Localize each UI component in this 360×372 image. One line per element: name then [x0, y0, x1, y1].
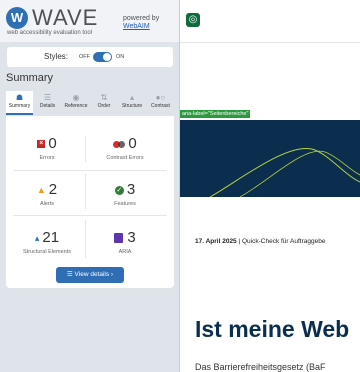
structure-icon: ▴ [129, 93, 134, 102]
alerts-count: 2 [48, 181, 58, 198]
article-meta: 17. April 2025 | Quick-Check für Auftrag… [195, 238, 325, 245]
errors-count: 0 [48, 135, 57, 152]
contrast-icon: ●○ [155, 93, 166, 102]
summary-panel: × 0 Errors 0 Contrast Errors ▲ 2 Alerts ✓ 3… [6, 116, 174, 288]
globe-icon[interactable]: ◎ [186, 13, 200, 27]
contrast-error-icon [113, 140, 126, 148]
tab-order-label: Order [97, 103, 111, 109]
structure-icon: ▴ [34, 233, 40, 243]
hero-banner [180, 120, 360, 197]
wave-logo-text: WAVE [32, 5, 99, 30]
structural-count: 21 [42, 229, 60, 246]
tab-structure[interactable]: ▴ Structure [117, 91, 147, 115]
powered-by-label: powered by [123, 15, 160, 22]
aria-count: 3 [127, 229, 136, 246]
divider [13, 170, 167, 171]
info-icon: ◉ [72, 93, 80, 102]
feature-check-icon: ✓ [114, 185, 124, 195]
alert-icon: ▲ [36, 185, 46, 195]
tab-structure-label: Structure [121, 103, 143, 109]
alerts-label: Alerts [39, 201, 55, 207]
alerts-stat[interactable]: ▲ 2 Alerts [8, 181, 86, 207]
styles-toggle-row: Styles: OFF ON [7, 47, 173, 67]
tab-contrast-label: Contrast [151, 103, 170, 109]
wave-logo-icon: W [6, 7, 28, 29]
webaim-link[interactable]: WebAIM [123, 23, 150, 30]
order-icon: ⇅ [100, 93, 108, 102]
wave-header: W WAVE web accessibility evaluation tool… [0, 0, 179, 42]
styles-on-label: ON [116, 53, 125, 60]
view-details-button[interactable]: ☰ View details › [56, 267, 124, 283]
aria-label-tag[interactable]: aria-label="Seitenbereiche" [180, 110, 251, 118]
tab-order[interactable]: ⇅ Order [92, 91, 116, 115]
error-icon: × [37, 140, 46, 148]
divider [180, 42, 360, 43]
styles-toggle[interactable] [93, 52, 112, 62]
contrast-errors-count: 0 [128, 135, 137, 152]
article-body: Das Barrierefreiheitsgesetz (BaF [195, 362, 326, 372]
tab-summary-label: Summary [8, 103, 31, 109]
contrast-errors-stat[interactable]: 0 Contrast Errors [86, 135, 164, 161]
tab-summary[interactable]: ☗ Summary [6, 91, 33, 115]
home-icon: ☗ [15, 93, 24, 102]
styles-off-label: OFF [79, 53, 90, 60]
view-details-label: View details › [74, 271, 114, 278]
features-count: 3 [126, 181, 136, 198]
structural-label: Structural Elements [23, 249, 71, 255]
summary-heading: Summary [6, 72, 54, 84]
structural-stat[interactable]: ▴ 21 Structural Elements [8, 229, 86, 255]
tab-reference-label: Reference [64, 103, 88, 109]
tab-reference[interactable]: ◉ Reference [61, 91, 91, 115]
wave-tagline: web accessibility evaluation tool [7, 30, 93, 36]
tab-details[interactable]: ☰ Details [34, 91, 61, 115]
tab-details-label: Details [39, 103, 56, 109]
list-icon: ☰ [66, 271, 75, 278]
aria-label: ARIA [118, 249, 132, 255]
features-label: Features [114, 201, 136, 207]
wave-tabs: ☗ Summary ☰ Details ◉ Reference ⇅ Order … [6, 91, 174, 115]
article-date: 17. April 2025 [195, 238, 237, 245]
toggle-knob [103, 53, 111, 61]
article-heading: Ist meine Web [195, 316, 350, 342]
hero-graphic [209, 147, 360, 197]
aria-icon [114, 233, 124, 243]
tab-contrast[interactable]: ●○ Contrast [147, 91, 174, 115]
contrast-errors-label: Contrast Errors [106, 155, 144, 161]
features-stat[interactable]: ✓ 3 Features [86, 181, 164, 207]
errors-stat[interactable]: × 0 Errors [8, 135, 86, 161]
evaluated-page: ◎ aria-label="Seitenbereiche" 17. April … [180, 0, 360, 372]
article-subtitle: | Quick-Check für Auftraggebe [236, 238, 326, 245]
errors-label: Errors [39, 155, 55, 161]
list-icon: ☰ [43, 93, 52, 102]
divider [13, 215, 167, 216]
wave-sidebar: W WAVE web accessibility evaluation tool… [0, 0, 180, 372]
styles-label: Styles: [44, 52, 69, 61]
aria-stat[interactable]: 3 ARIA [86, 229, 164, 255]
